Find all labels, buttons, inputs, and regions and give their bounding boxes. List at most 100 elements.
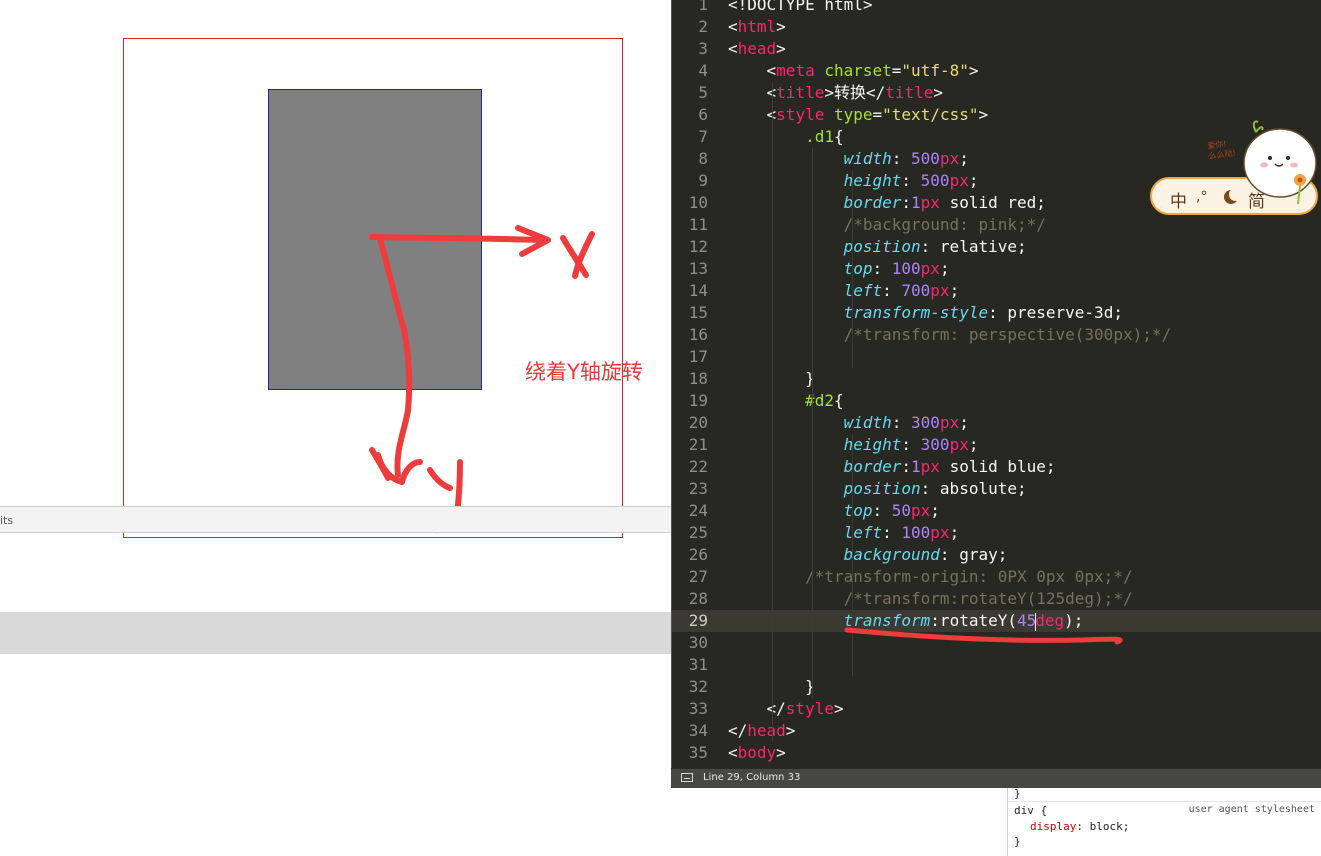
code-text[interactable]: #d2{: [728, 390, 844, 412]
code-text[interactable]: .d1{: [728, 126, 844, 148]
code-text[interactable]: <style type="text/css">: [728, 104, 989, 126]
code-text[interactable]: /*transform:rotateY(125deg);*/: [728, 588, 1133, 610]
code-text[interactable]: height: 500px;: [728, 170, 979, 192]
styles-property-value[interactable]: : block;: [1076, 820, 1129, 833]
code-text[interactable]: left: 700px;: [728, 280, 960, 302]
code-token: ;: [959, 413, 969, 432]
code-token: <: [728, 743, 738, 762]
code-token: width: [843, 413, 892, 432]
indent-guide: [812, 148, 813, 698]
code-text[interactable]: top: 50px;: [728, 500, 940, 522]
code-token: :: [882, 281, 902, 300]
code-line[interactable]: 14 left: 700px;: [672, 280, 1321, 302]
code-line[interactable]: 1 <!DOCTYPE html>: [672, 0, 1321, 16]
code-line[interactable]: 30: [672, 632, 1321, 654]
code-line[interactable]: 15 transform-style: preserve-3d;: [672, 302, 1321, 324]
code-lines[interactable]: 1 <!DOCTYPE html> 2 <html> 3 <head> 4 <meta ch…: [672, 0, 1321, 786]
code-line[interactable]: 27 /*transform-origin: 0PX 0px 0px;*/: [672, 566, 1321, 588]
code-token: :: [891, 149, 912, 168]
code-line[interactable]: 13 top: 100px;: [672, 258, 1321, 280]
code-token: ;: [930, 501, 940, 520]
line-number: 29: [688, 611, 708, 630]
code-line[interactable]: 5 <title>转换</title>: [672, 82, 1321, 104]
code-text[interactable]: background: gray;: [728, 544, 1008, 566]
code-text[interactable]: <meta charset="utf-8">: [728, 60, 979, 82]
ime-mode-toggle[interactable]: 中: [1170, 187, 1187, 212]
code-line[interactable]: 28 /*transform:rotateY(125deg);*/: [672, 588, 1321, 610]
ime-punctuation-toggle[interactable]: ,°: [1196, 189, 1207, 205]
line-number: 15: [688, 303, 708, 322]
code-line[interactable]: 34 </head>: [672, 720, 1321, 742]
code-text[interactable]: top: 100px;: [728, 258, 950, 280]
code-token: top: [843, 501, 873, 520]
code-line[interactable]: 19 #d2{: [672, 390, 1321, 412]
code-token: position: [843, 237, 921, 256]
line-number: 2: [698, 17, 708, 36]
line-number: 9: [698, 171, 708, 190]
code-token: px: [920, 259, 940, 278]
code-text[interactable]: <body>: [728, 742, 786, 764]
code-token: ;: [968, 171, 979, 190]
code-text[interactable]: <title>转换</title>: [728, 82, 944, 104]
code-text[interactable]: /*transform: perspective(300px);*/: [728, 324, 1172, 346]
code-text[interactable]: width: 500px;: [728, 148, 969, 170]
code-line[interactable]: 35 <body>: [672, 742, 1321, 764]
code-text[interactable]: height: 300px;: [728, 434, 979, 456]
line-number: 28: [688, 589, 708, 608]
styles-property-name[interactable]: display: [1030, 820, 1076, 833]
code-line[interactable]: 33 </style>: [672, 698, 1321, 720]
styles-declaration[interactable]: display: block;: [1030, 820, 1129, 833]
code-token: solid red;: [939, 193, 1046, 212]
code-line[interactable]: 12 position: relative;: [672, 236, 1321, 258]
line-number: 3: [698, 39, 708, 58]
code-line[interactable]: 22 border:1px solid blue;: [672, 456, 1321, 478]
code-line[interactable]: 24 top: 50px;: [672, 500, 1321, 522]
code-line[interactable]: 11 /*background: pink;*/: [672, 214, 1321, 236]
styles-selector[interactable]: div {: [1014, 804, 1047, 817]
code-token: 45: [1017, 611, 1037, 630]
code-token: <: [728, 17, 738, 36]
code-editor[interactable]: 1 <!DOCTYPE html> 2 <html> 3 <head> 4 <meta ch…: [671, 0, 1321, 788]
devtools-tab-fragment[interactable]: its: [0, 514, 13, 527]
code-line[interactable]: 2 <html>: [672, 16, 1321, 38]
code-line[interactable]: 29 transform:rotateY(45deg);: [672, 610, 1321, 632]
code-line[interactable]: 4 <meta charset="utf-8">: [672, 60, 1321, 82]
code-text[interactable]: width: 300px;: [728, 412, 969, 434]
panel-toggle-icon[interactable]: [681, 773, 693, 782]
code-line[interactable]: 3 <head>: [672, 38, 1321, 60]
code-line[interactable]: 16 /*transform: perspective(300px);*/: [672, 324, 1321, 346]
code-line[interactable]: 32 }: [672, 676, 1321, 698]
code-line[interactable]: 21 height: 300px;: [672, 434, 1321, 456]
devtools-tab-bar[interactable]: its: [0, 506, 672, 533]
code-text[interactable]: left: 100px;: [728, 522, 960, 544]
code-line[interactable]: 23 position: absolute;: [672, 478, 1321, 500]
code-text[interactable]: transform:rotateY(45deg);: [728, 610, 1083, 632]
line-number: 31: [688, 655, 708, 674]
code-line[interactable]: 25 left: 100px;: [672, 522, 1321, 544]
code-line[interactable]: 18 }: [672, 368, 1321, 390]
code-text[interactable]: border:1px solid blue;: [728, 456, 1056, 478]
code-text[interactable]: </head>: [728, 720, 795, 742]
code-token: px: [930, 281, 950, 300]
moon-icon[interactable]: [1224, 188, 1242, 204]
code-text[interactable]: /*background: pink;*/: [728, 214, 1046, 236]
code-token: 500: [920, 171, 950, 190]
code-text[interactable]: </style>: [728, 698, 844, 720]
code-line[interactable]: 20 width: 300px;: [672, 412, 1321, 434]
code-line[interactable]: 26 background: gray;: [672, 544, 1321, 566]
code-text[interactable]: <!DOCTYPE html>: [728, 0, 873, 16]
code-text[interactable]: <head>: [728, 38, 786, 60]
code-token: left: [843, 281, 883, 300]
code-token: body: [737, 743, 777, 762]
code-text[interactable]: transform-style: preserve-3d;: [728, 302, 1123, 324]
code-token: ;: [939, 259, 950, 278]
code-token: :: [882, 523, 902, 542]
code-text[interactable]: <html>: [728, 16, 786, 38]
code-text[interactable]: border:1px solid red;: [728, 192, 1046, 214]
code-text[interactable]: /*transform-origin: 0PX 0px 0px;*/: [728, 566, 1133, 588]
code-line[interactable]: 6 <style type="text/css">: [672, 104, 1321, 126]
code-line[interactable]: 31: [672, 654, 1321, 676]
code-line[interactable]: 17: [672, 346, 1321, 368]
